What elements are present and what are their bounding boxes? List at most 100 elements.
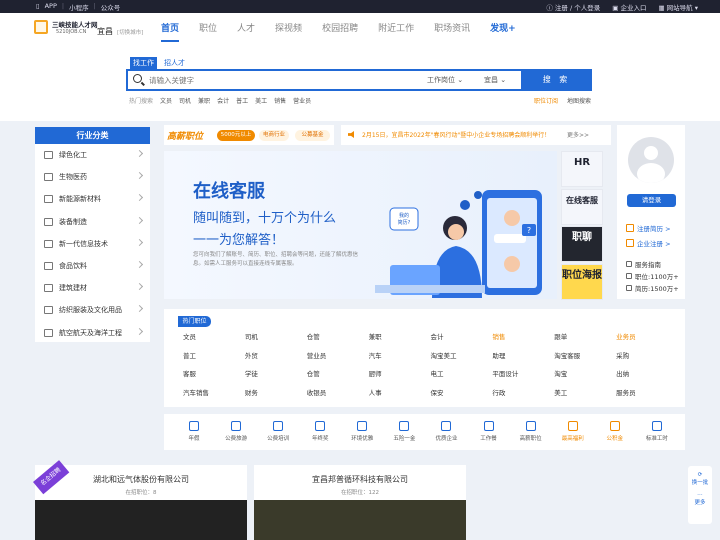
map-search-link[interactable]: 地图搜索: [567, 96, 591, 105]
search-button[interactable]: 搜 索: [521, 69, 592, 91]
hot-job-link[interactable]: 淘宝: [554, 368, 616, 381]
category-item[interactable]: 新能源新材料: [35, 188, 150, 210]
miniprogram-link[interactable]: 小程序: [69, 2, 89, 12]
search-input[interactable]: [149, 72, 399, 88]
switch-city-link[interactable]: [切换城市]: [117, 28, 143, 36]
hot-job-link[interactable]: 学徒: [245, 368, 307, 381]
benefit-item[interactable]: 工作餐: [468, 419, 510, 442]
register-resume-link[interactable]: 注册简历 >: [626, 223, 671, 233]
hot-job-link[interactable]: 营业员: [307, 350, 369, 363]
hot-job-link[interactable]: 出纳: [616, 368, 678, 381]
hot-job-link[interactable]: 仓管: [307, 368, 369, 381]
hot-job-link[interactable]: 财务: [245, 387, 307, 400]
hot-job-link[interactable]: 客服: [183, 368, 245, 381]
nav-nearby[interactable]: 附近工作: [378, 21, 414, 34]
category-item[interactable]: 纺织服装及文化用品: [35, 299, 150, 321]
benefit-item[interactable]: 高薪职位: [510, 419, 552, 442]
hot-job-link[interactable]: 跟单: [554, 331, 616, 344]
category-item[interactable]: 建筑建材: [35, 277, 150, 299]
category-item[interactable]: 生物医药: [35, 166, 150, 188]
nav-talent[interactable]: 人才: [237, 21, 255, 34]
benefit-item[interactable]: 优质企业: [425, 419, 467, 442]
login-button[interactable]: 请登录: [627, 194, 676, 207]
category-item[interactable]: 食品饮料: [35, 255, 150, 277]
site-nav-link[interactable]: ▦ 网站导航 ▾: [658, 2, 698, 12]
service-guide-link[interactable]: 服务指南: [626, 259, 661, 269]
online-service-thumb[interactable]: 在线客服: [561, 188, 603, 225]
job-chat-thumb[interactable]: 职聊: [561, 226, 603, 262]
hot-search-term[interactable]: 营业员: [293, 96, 311, 105]
hot-job-link[interactable]: 汽车: [369, 350, 431, 363]
hot-job-link[interactable]: 文员: [183, 331, 245, 344]
hot-job-link[interactable]: 人事: [369, 387, 431, 400]
nav-campus[interactable]: 校园招聘: [322, 21, 358, 34]
hot-search-term[interactable]: 普工: [236, 96, 248, 105]
benefit-item[interactable]: 标准工时: [636, 419, 678, 442]
promo-tag[interactable]: 5000元以上: [217, 130, 255, 141]
hot-job-link[interactable]: 普工: [183, 350, 245, 363]
hot-search-term[interactable]: 会计: [217, 96, 229, 105]
category-item[interactable]: 绿色化工: [35, 144, 150, 166]
hot-job-link[interactable]: 采购: [616, 350, 678, 363]
hot-job-link[interactable]: 服务员: [616, 387, 678, 400]
hot-job-link[interactable]: 收银员: [307, 387, 369, 400]
more-link[interactable]: 更多: [688, 498, 712, 506]
notice-more-link[interactable]: 更多>>: [567, 130, 589, 139]
hot-job-link[interactable]: 美工: [554, 387, 616, 400]
hr-thumb[interactable]: HR: [561, 151, 603, 187]
hot-search-term[interactable]: 兼职: [198, 96, 210, 105]
promo-tag[interactable]: 电商行业: [259, 130, 289, 141]
nav-jobs[interactable]: 职位: [199, 21, 217, 34]
category-item[interactable]: 新一代信息技术: [35, 233, 150, 255]
company-name[interactable]: 湖北和远气体股份有限公司: [35, 474, 247, 485]
hot-job-link[interactable]: 司机: [245, 331, 307, 344]
nav-discover[interactable]: 发现+: [490, 21, 516, 34]
hot-job-link[interactable]: 厨师: [369, 368, 431, 381]
hot-job-link[interactable]: 汽车销售: [183, 387, 245, 400]
category-item[interactable]: 装备制造: [35, 211, 150, 233]
city-select[interactable]: 宜昌 ⌄: [484, 75, 506, 85]
hot-search-term[interactable]: 司机: [179, 96, 191, 105]
job-type-select[interactable]: 工作岗位 ⌄: [427, 75, 463, 85]
company-name[interactable]: 宜昌邦普循环科技有限公司: [254, 474, 466, 485]
hot-job-link[interactable]: 电工: [431, 368, 493, 381]
hot-job-link[interactable]: 助理: [492, 350, 554, 363]
company-register-link[interactable]: 企业注册 >: [626, 238, 671, 248]
hot-job-link[interactable]: 仓管: [307, 331, 369, 344]
logo-name[interactable]: 三峡技能人才网: [52, 19, 98, 29]
benefit-item[interactable]: 公费旅游: [215, 419, 257, 442]
job-subscribe-link[interactable]: 职位订阅: [534, 96, 558, 105]
benefit-item[interactable]: 公积金: [594, 419, 636, 442]
category-item[interactable]: 航空航天及海洋工程: [35, 322, 150, 344]
hot-search-term[interactable]: 美工: [255, 96, 267, 105]
benefit-item[interactable]: 五险一金: [383, 419, 425, 442]
job-poster-thumb[interactable]: 职位海报: [561, 263, 603, 300]
hot-job-link[interactable]: 兼职: [369, 331, 431, 344]
nav-home[interactable]: 首页: [161, 21, 180, 42]
hot-job-link[interactable]: 保安: [431, 387, 493, 400]
benefit-item[interactable]: 年假: [173, 419, 215, 442]
refresh-icon[interactable]: ⟳: [688, 466, 712, 478]
nav-news[interactable]: 职场资讯: [434, 21, 470, 34]
login-register-link[interactable]: ⓘ 注册 / 个人登录: [546, 2, 600, 12]
hot-job-link[interactable]: 淘宝美工: [431, 350, 493, 363]
benefit-item[interactable]: 年终奖: [299, 419, 341, 442]
company-entry-link[interactable]: ▣ 企业入口: [612, 2, 646, 12]
hot-job-link[interactable]: 淘宝客服: [554, 350, 616, 363]
hot-job-link[interactable]: 销售: [492, 331, 554, 344]
benefit-item[interactable]: 环境优雅: [341, 419, 383, 442]
hot-job-link[interactable]: 会计: [431, 331, 493, 344]
benefit-item[interactable]: 公费培训: [257, 419, 299, 442]
official-account-link[interactable]: 公众号: [101, 2, 121, 12]
nav-video[interactable]: 探视频: [275, 21, 302, 34]
benefit-item[interactable]: 最高福利: [552, 419, 594, 442]
refresh-link[interactable]: 换一批: [688, 478, 712, 486]
hot-job-link[interactable]: 行政: [492, 387, 554, 400]
tab-find-job[interactable]: 找工作: [130, 57, 157, 69]
promo-tag[interactable]: 公募基金: [295, 130, 330, 141]
tab-find-talent[interactable]: 招人才: [164, 57, 185, 69]
hot-job-link[interactable]: 外贸: [245, 350, 307, 363]
hot-search-term[interactable]: 文员: [160, 96, 172, 105]
app-link[interactable]: APP: [45, 2, 57, 12]
hot-search-term[interactable]: 销售: [274, 96, 286, 105]
